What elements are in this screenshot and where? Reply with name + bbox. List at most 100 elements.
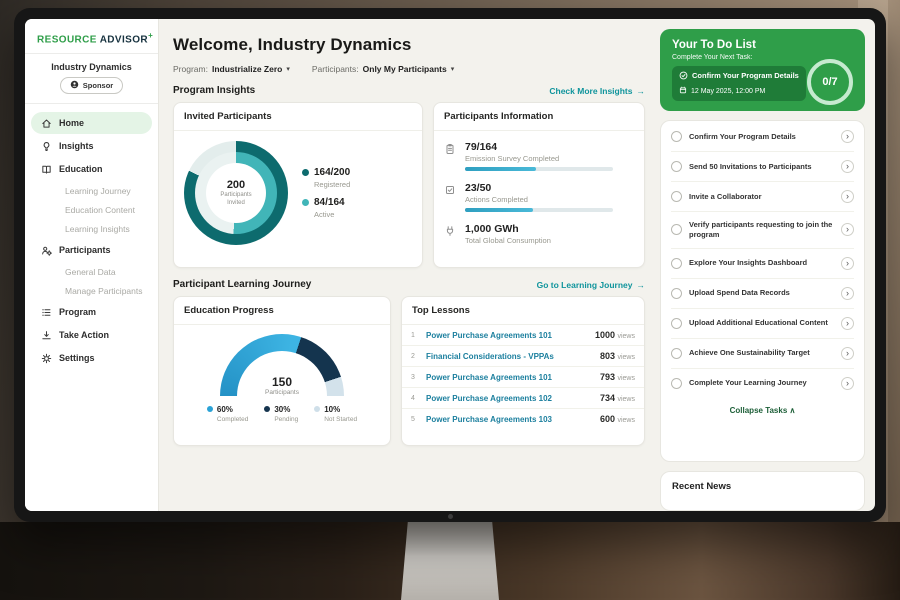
sidebar-item-home[interactable]: Home bbox=[31, 112, 152, 134]
chevron-right-icon[interactable]: › bbox=[841, 160, 854, 173]
donut-center-value: 200 bbox=[227, 179, 245, 191]
lesson-views: 734 views bbox=[600, 393, 635, 403]
check-more-insights-link[interactable]: Check More Insights → bbox=[549, 86, 645, 96]
task-row-send-invitations[interactable]: Send 50 Invitations to Participants › bbox=[671, 152, 854, 182]
lesson-link[interactable]: Financial Considerations - VPPAs bbox=[426, 352, 593, 361]
lesson-row: 3 Power Purchase Agreements 101 793 view… bbox=[402, 367, 644, 388]
donut-center-label: Participants Invited bbox=[214, 192, 258, 207]
chevron-right-icon[interactable]: › bbox=[841, 347, 854, 360]
chevron-right-icon[interactable]: › bbox=[841, 377, 854, 390]
donut-center: 200 Participants Invited bbox=[206, 163, 266, 223]
views-word: views bbox=[617, 333, 635, 340]
task-row-explore-insights[interactable]: Explore Your Insights Dashboard › bbox=[671, 249, 854, 279]
sidebar-item-label: Insights bbox=[59, 141, 94, 151]
chevron-right-icon[interactable]: › bbox=[841, 130, 854, 143]
task-row-confirm-details[interactable]: Confirm Your Program Details › bbox=[671, 122, 854, 152]
views-word: views bbox=[617, 417, 635, 424]
task-row-complete-learning-journey[interactable]: Complete Your Learning Journey › bbox=[671, 369, 854, 398]
sidebar-item-learning-journey[interactable]: Learning Journey bbox=[31, 181, 152, 200]
org-name: Industry Dynamics bbox=[25, 62, 158, 72]
participants-value: Only My Participants bbox=[363, 64, 447, 74]
sidebar-item-take-action[interactable]: Take Action bbox=[31, 324, 152, 346]
task-label: Verify participants requesting to join t… bbox=[689, 220, 834, 240]
legend-pct: 30% bbox=[274, 405, 290, 414]
lesson-rank: 3 bbox=[411, 374, 419, 381]
program-value: Industrialize Zero bbox=[212, 64, 282, 74]
program-label: Program: bbox=[173, 64, 208, 74]
task-row-upload-educational-content[interactable]: Upload Additional Educational Content › bbox=[671, 309, 854, 339]
sidebar-item-education[interactable]: Education bbox=[31, 158, 152, 180]
task-row-achieve-target[interactable]: Achieve One Sustainability Target › bbox=[671, 339, 854, 369]
calendar-icon bbox=[679, 86, 687, 96]
sidebar-item-program[interactable]: Program bbox=[31, 301, 152, 323]
education-gauge-chart: 150 Participants bbox=[220, 334, 344, 396]
checkbox-icon[interactable] bbox=[671, 378, 682, 389]
education-progress-card: Education Progress 150 Participants bbox=[173, 296, 391, 446]
chevron-right-icon[interactable]: › bbox=[841, 317, 854, 330]
legend-value: 84/164 bbox=[314, 197, 345, 208]
checkbox-icon[interactable] bbox=[671, 131, 682, 142]
lightbulb-icon bbox=[41, 141, 52, 152]
task-row-upload-spend-data[interactable]: Upload Spend Data Records › bbox=[671, 279, 854, 309]
divider bbox=[25, 53, 158, 54]
checkbox-icon[interactable] bbox=[671, 288, 682, 299]
home-icon bbox=[41, 118, 52, 129]
sidebar-item-label: Manage Participants bbox=[65, 286, 143, 296]
checkbox-icon[interactable] bbox=[671, 161, 682, 172]
lesson-row: 5 Power Purchase Agreements 103 600 view… bbox=[402, 409, 644, 429]
checkbox-icon[interactable] bbox=[671, 318, 682, 329]
photo-background: RESOURCE ADVISOR+ Industry Dynamics Spon… bbox=[0, 0, 900, 600]
chevron-right-icon[interactable]: › bbox=[841, 287, 854, 300]
sidebar-item-insights[interactable]: Insights bbox=[31, 135, 152, 157]
task-label: Explore Your Insights Dashboard bbox=[689, 258, 807, 268]
task-row-invite-collaborator[interactable]: Invite a Collaborator › bbox=[671, 182, 854, 212]
recent-news-card[interactable]: Recent News bbox=[660, 471, 865, 511]
sidebar-item-education-content[interactable]: Education Content bbox=[31, 200, 152, 219]
checkbox-icon[interactable] bbox=[671, 258, 682, 269]
chevron-right-icon[interactable]: › bbox=[841, 223, 854, 236]
views-count: 600 bbox=[600, 414, 615, 424]
progress-bar bbox=[465, 167, 613, 171]
sidebar-item-learning-insights[interactable]: Learning Insights bbox=[31, 219, 152, 238]
progress-bar bbox=[465, 208, 613, 212]
sidebar-item-label: General Data bbox=[65, 267, 116, 277]
sidebar-item-manage-participants[interactable]: Manage Participants bbox=[31, 281, 152, 300]
program-dropdown[interactable]: Program: Industrialize Zero ▾ bbox=[173, 64, 290, 74]
lesson-row: 2 Financial Considerations - VPPAs 803 v… bbox=[402, 346, 644, 367]
go-to-learning-journey-link[interactable]: Go to Learning Journey → bbox=[537, 280, 645, 290]
collapse-tasks-link[interactable]: Collapse Tasks ∧ bbox=[671, 398, 854, 424]
sidebar: RESOURCE ADVISOR+ Industry Dynamics Spon… bbox=[25, 19, 159, 511]
sidebar-item-label: Participants bbox=[59, 245, 111, 255]
lesson-link[interactable]: Power Purchase Agreements 103 bbox=[426, 415, 593, 424]
sidebar-item-general-data[interactable]: General Data bbox=[31, 262, 152, 281]
stat-value: 1,000 GWh bbox=[465, 223, 551, 235]
lesson-row: 4 Power Purchase Agreements 102 734 view… bbox=[402, 388, 644, 409]
participants-dropdown[interactable]: Participants: Only My Participants ▾ bbox=[312, 64, 454, 74]
arrow-right-icon: → bbox=[637, 86, 646, 96]
checkbox-icon[interactable] bbox=[671, 224, 682, 235]
gear-icon bbox=[41, 353, 52, 364]
task-label: Confirm Your Program Details bbox=[689, 132, 796, 142]
checkbox-icon[interactable] bbox=[671, 348, 682, 359]
next-task-box[interactable]: Confirm Your Program Details 12 May 2025… bbox=[672, 66, 806, 101]
plug-icon bbox=[444, 223, 457, 245]
lesson-link[interactable]: Power Purchase Agreements 101 bbox=[426, 373, 593, 382]
views-count: 734 bbox=[600, 393, 615, 403]
invited-donut-chart: 200 Participants Invited bbox=[184, 141, 288, 245]
sidebar-item-label: Settings bbox=[59, 353, 95, 363]
sidebar-item-settings[interactable]: Settings bbox=[31, 347, 152, 369]
sidebar-item-label: Home bbox=[59, 118, 84, 128]
checkbox-icon[interactable] bbox=[671, 191, 682, 202]
legend-dot-active bbox=[302, 199, 309, 206]
lesson-link[interactable]: Power Purchase Agreements 101 bbox=[426, 331, 588, 340]
org-block: Industry Dynamics Sponsor bbox=[25, 62, 158, 103]
sidebar-item-label: Learning Insights bbox=[65, 224, 130, 234]
lesson-link[interactable]: Power Purchase Agreements 102 bbox=[426, 394, 593, 403]
task-list-card: Confirm Your Program Details › Send 50 I… bbox=[660, 120, 865, 462]
stat-value: 23/50 bbox=[465, 182, 613, 194]
task-row-verify-participants[interactable]: Verify participants requesting to join t… bbox=[671, 212, 854, 249]
chevron-right-icon[interactable]: › bbox=[841, 190, 854, 203]
logo-plus: + bbox=[148, 31, 153, 40]
sidebar-item-participants[interactable]: Participants bbox=[31, 239, 152, 261]
chevron-right-icon[interactable]: › bbox=[841, 257, 854, 270]
